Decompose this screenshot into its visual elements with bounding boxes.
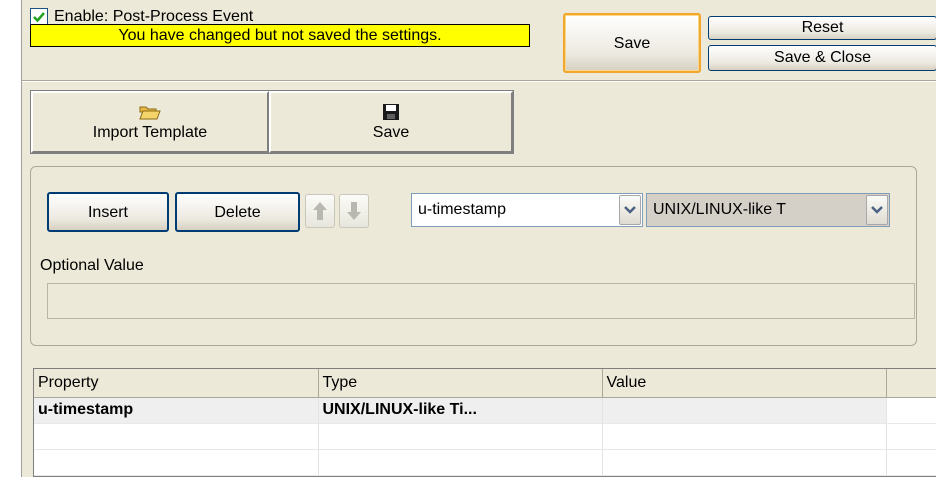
optional-value-field[interactable] — [47, 283, 915, 319]
delete-button[interactable]: Delete — [175, 192, 300, 232]
table-row[interactable] — [34, 449, 936, 476]
move-down-button[interactable] — [339, 194, 369, 228]
cell-value[interactable] — [602, 397, 887, 424]
toolbar-save-button[interactable]: Save — [269, 91, 513, 153]
save-button[interactable]: Save — [563, 13, 701, 73]
cell-property[interactable] — [34, 423, 319, 450]
import-template-label: Import Template — [92, 124, 208, 141]
chevron-down-icon[interactable] — [866, 195, 888, 225]
check-icon — [33, 12, 45, 23]
import-template-button[interactable]: Import Template — [31, 91, 269, 153]
toolbar-save-label: Save — [372, 124, 410, 141]
cell-type[interactable]: UNIX/LINUX-like Ti... — [318, 397, 603, 424]
property-grid: Property Type Value u-timestamp UNIX/LIN… — [33, 368, 936, 477]
floppy-disk-icon — [380, 102, 402, 122]
separator — [22, 80, 936, 82]
move-up-button[interactable] — [305, 194, 335, 228]
cell-property[interactable] — [34, 449, 319, 476]
type-select[interactable]: UNIX/LINUX-like T — [646, 193, 890, 227]
cell-value[interactable] — [602, 423, 887, 450]
cell-type[interactable] — [318, 449, 603, 476]
unsaved-warning: You have changed but not saved the setti… — [30, 24, 530, 47]
property-select[interactable]: u-timestamp — [411, 193, 643, 227]
cell-filler — [886, 397, 936, 424]
folder-open-icon — [139, 102, 161, 122]
cell-property[interactable]: u-timestamp — [34, 397, 319, 424]
cell-type[interactable] — [318, 423, 603, 450]
cell-filler — [886, 449, 936, 476]
property-select-value: u-timestamp — [418, 201, 507, 218]
reset-button[interactable]: Reset — [708, 16, 936, 40]
arrow-down-icon — [347, 202, 361, 220]
cell-filler — [886, 423, 936, 450]
template-toolbar: Import Template Save — [30, 90, 514, 154]
column-header-value[interactable]: Value — [602, 369, 887, 398]
optional-value-label: Optional Value — [40, 257, 144, 274]
column-header-type[interactable]: Type — [318, 369, 603, 398]
insert-button[interactable]: Insert — [47, 192, 169, 232]
save-close-button[interactable]: Save & Close — [708, 45, 936, 71]
arrow-up-icon — [313, 202, 327, 220]
settings-panel: Enable: Post-Process Event You have chan… — [21, 0, 936, 477]
cell-value[interactable] — [602, 449, 887, 476]
table-row[interactable]: u-timestamp UNIX/LINUX-like Ti... — [34, 397, 936, 424]
chevron-down-icon[interactable] — [619, 195, 641, 225]
column-header-filler — [886, 369, 936, 398]
type-select-value: UNIX/LINUX-like T — [653, 201, 787, 218]
table-row[interactable] — [34, 423, 936, 450]
column-header-property[interactable]: Property — [34, 369, 319, 398]
